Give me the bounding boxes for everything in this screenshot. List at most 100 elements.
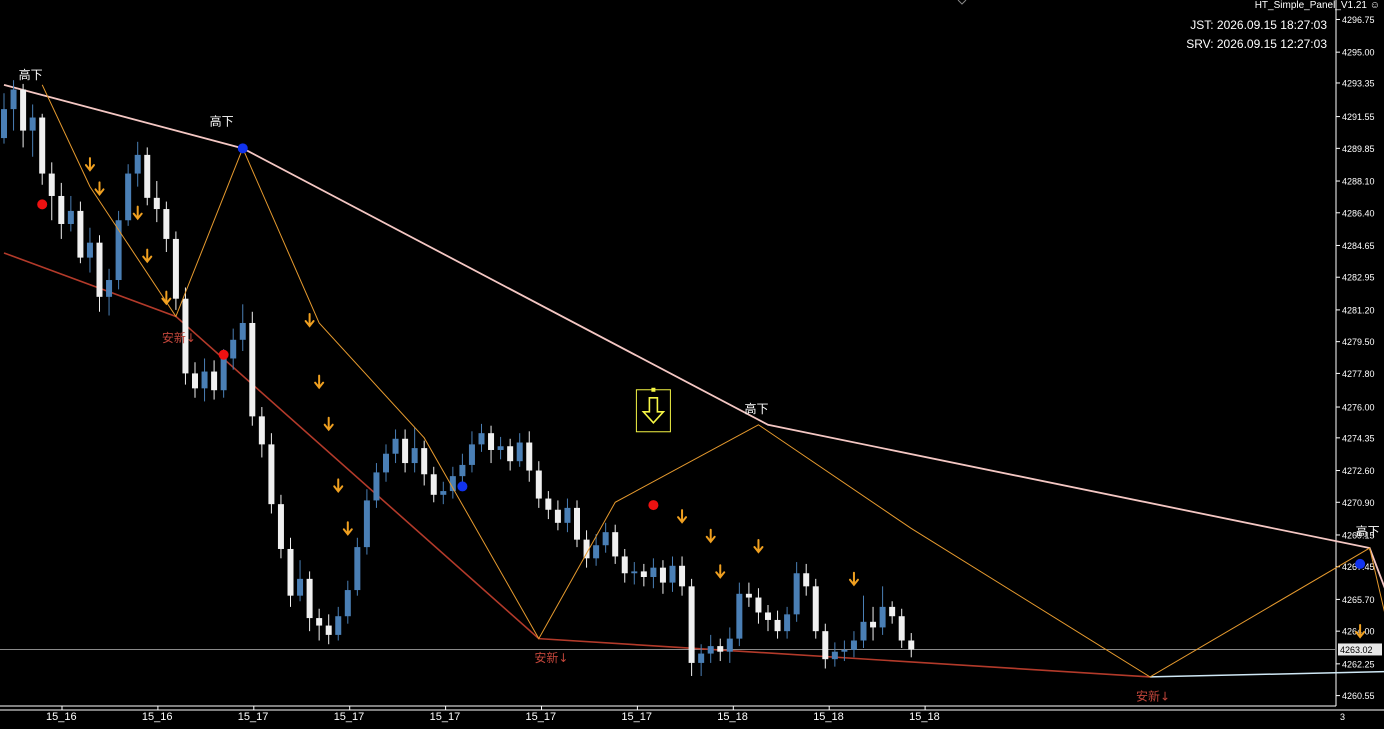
candle-body (316, 618, 323, 626)
candle-body (841, 649, 848, 652)
candle-body (488, 433, 495, 450)
candle-body (698, 653, 705, 663)
candle-body (793, 573, 800, 615)
annotation-label: 安新↓ (1136, 689, 1170, 704)
candle-body (908, 640, 915, 650)
zigzag-line (41, 84, 1384, 678)
x-tick-label: 15_17 (334, 711, 365, 723)
annotation-label: 高下 (19, 67, 43, 82)
candle-body (20, 89, 27, 131)
candle-body (612, 532, 619, 557)
candle-body (67, 210, 74, 224)
down-arrow-icon (333, 478, 344, 493)
x-tick-label: 15_17 (238, 711, 269, 723)
y-tick-label: 4260.55 (1342, 691, 1375, 701)
candle-body (640, 571, 647, 577)
x-tick-label: 15_17 (621, 711, 652, 723)
y-tick-label: 4281.20 (1342, 305, 1375, 315)
candle-body (201, 371, 208, 389)
x-tick-label: 15_16 (142, 711, 173, 723)
annotation-label: 安新↓ (534, 650, 568, 665)
candle-body (363, 500, 370, 548)
candle-body (48, 173, 55, 196)
candle-body (812, 586, 819, 632)
candle-body (134, 154, 141, 174)
candle-body (468, 444, 475, 465)
candle-body (392, 438, 399, 454)
candle-body (870, 621, 877, 628)
candle-body (554, 509, 561, 523)
candle-body (822, 631, 829, 660)
down-arrow-icon (132, 205, 143, 221)
candle-body (669, 565, 676, 583)
candle-body (574, 507, 580, 540)
candle-body (402, 438, 409, 464)
candle-body (383, 453, 389, 473)
candle-body (77, 210, 84, 258)
panel-title-text: HT_Simple_Panel_V1.21 (1254, 0, 1367, 11)
candle-body (535, 470, 542, 499)
upper-trendline (3, 83, 1384, 589)
candle-body (650, 567, 657, 577)
top-marker-icon (957, 0, 967, 5)
x-tick-label: 15_18 (717, 711, 748, 723)
down-arrow-icon (705, 528, 716, 544)
candle-body (659, 567, 666, 583)
candle-body (745, 593, 752, 598)
y-tick-label: 4277.80 (1342, 369, 1375, 379)
candle-body (239, 322, 246, 340)
price-chart[interactable]: 4296.75 4295.00 4293.35 4291.55 4289.85 4288.… (0, 0, 1384, 729)
down-arrow-icon (677, 509, 688, 524)
bottom-right-label: 3 (1340, 712, 1345, 722)
jst-time: JST: 2026.09.15 18:27:03 (1190, 18, 1327, 32)
candle-body (831, 651, 838, 660)
bottom-line (1149, 670, 1384, 678)
candle-body (96, 242, 103, 297)
candle-body (277, 504, 284, 549)
candle-body (478, 433, 485, 445)
candle-body (879, 606, 886, 628)
down-arrow-icon (304, 313, 315, 328)
candle-body (335, 616, 342, 635)
candle-body (631, 571, 638, 574)
candle-body (306, 578, 313, 619)
y-tick-label: 4291.55 (1342, 112, 1375, 122)
candle-body (249, 322, 256, 417)
y-tick-label: 4272.60 (1342, 466, 1375, 476)
y-tick-label: 4286.40 (1342, 208, 1375, 218)
candle-body (192, 373, 198, 389)
y-tick-label: 4270.90 (1342, 498, 1375, 508)
y-tick-label: 4293.35 (1342, 78, 1375, 88)
y-tick-label: 4262.25 (1342, 659, 1375, 669)
smiley-icon: ☺ (1369, 0, 1380, 11)
candle-body (621, 556, 628, 574)
candle-body (707, 646, 714, 654)
candle-body (325, 625, 332, 635)
candle-body (373, 472, 380, 501)
candle-body (258, 416, 265, 445)
candle-body (736, 593, 743, 639)
candle-body (602, 532, 609, 546)
candle-body (688, 586, 695, 663)
candle-body (211, 371, 218, 391)
annotation-label: 高下 (1356, 524, 1380, 539)
panel-title: HT_Simple_Panel_V1.21 ☺ (1255, 0, 1380, 11)
candle-body (268, 444, 275, 505)
big-down-arrow-icon (641, 396, 666, 424)
x-tick-label: 15_17 (526, 711, 557, 723)
annotation-label: 高下 (210, 114, 234, 129)
y-tick-label: 4284.65 (1342, 241, 1375, 251)
srv-time: SRV: 2026.09.15 12:27:03 (1186, 37, 1327, 51)
down-arrow-icon (314, 374, 325, 390)
candle-body (497, 446, 504, 450)
candle-body (421, 448, 428, 475)
candle-body (593, 545, 600, 559)
y-tick-label: 4274.35 (1342, 433, 1375, 443)
candle-body (516, 442, 523, 462)
y-tick-label: 4288.10 (1342, 177, 1375, 187)
candle-body (287, 548, 294, 596)
candle-body (125, 173, 132, 221)
candle-body (163, 209, 170, 239)
candle-body (765, 612, 771, 620)
signal-box-handle (651, 387, 656, 392)
